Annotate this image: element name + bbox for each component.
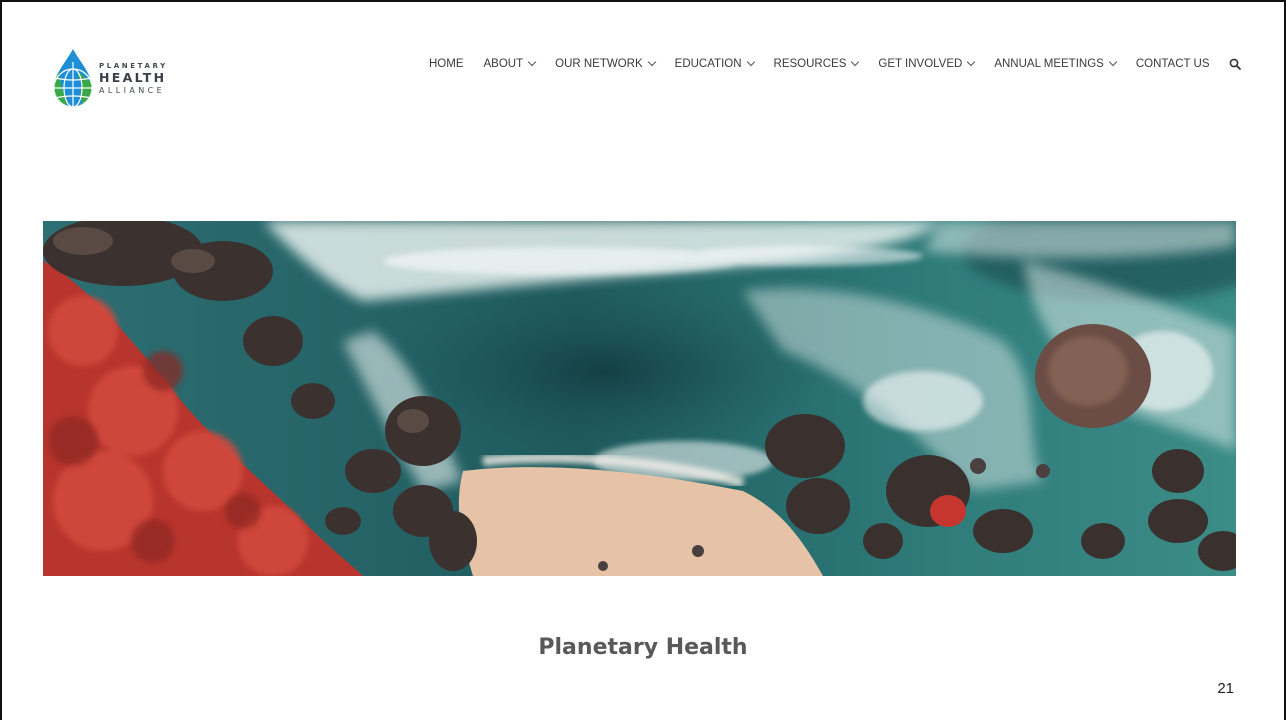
hero-image (43, 221, 1236, 576)
nav-item-label: ABOUT (483, 58, 524, 70)
nav-item-about[interactable]: ABOUT (483, 57, 537, 70)
nav-item-annual-meetings[interactable]: ANNUAL MEETINGS (994, 57, 1118, 70)
aerial-coastline-photo (43, 221, 1236, 576)
logo-line-planetary: PLANETARY (99, 62, 168, 71)
logo-wordmark: PLANETARY HEALTH ALLIANCE (99, 63, 168, 95)
nav-item-label: OUR NETWORK (555, 58, 643, 70)
nav-item-label: RESOURCES (773, 58, 847, 70)
nav-item-contact-us[interactable]: CONTACT US (1136, 58, 1210, 70)
nav-item-label: ANNUAL MEETINGS (994, 58, 1104, 70)
chevron-down-icon (527, 57, 537, 67)
nav-item-education[interactable]: EDUCATION (674, 57, 755, 70)
globe-drop-icon (54, 49, 92, 107)
nav-item-our-network[interactable]: OUR NETWORK (555, 57, 656, 70)
nav-item-label: HOME (429, 58, 464, 70)
page-number: 21 (1217, 680, 1234, 697)
nav-item-home[interactable]: HOME (429, 58, 464, 70)
chevron-down-icon (647, 57, 656, 67)
chevron-down-icon (1108, 57, 1118, 67)
chevron-down-icon (746, 57, 755, 67)
main-navigation: HOME ABOUT OUR NETWORK EDUCATION RESOURC… (429, 56, 1242, 72)
nav-item-label: EDUCATION (674, 58, 742, 70)
nav-item-get-involved[interactable]: GET INVOLVED (878, 57, 976, 70)
slide-caption: Planetary Health (538, 635, 748, 660)
nav-item-label: GET INVOLVED (878, 58, 963, 70)
chevron-down-icon (967, 57, 976, 67)
nav-item-label: CONTACT US (1135, 58, 1210, 70)
search-icon[interactable] (1228, 57, 1242, 71)
nav-item-resources[interactable]: RESOURCES (773, 57, 860, 70)
logo-line-alliance: ALLIANCE (99, 85, 166, 95)
planetary-health-alliance-logo[interactable]: PLANETARY HEALTH ALLIANCE (52, 48, 192, 110)
logo-line-health: HEALTH (99, 70, 167, 86)
chevron-down-icon (851, 57, 860, 67)
